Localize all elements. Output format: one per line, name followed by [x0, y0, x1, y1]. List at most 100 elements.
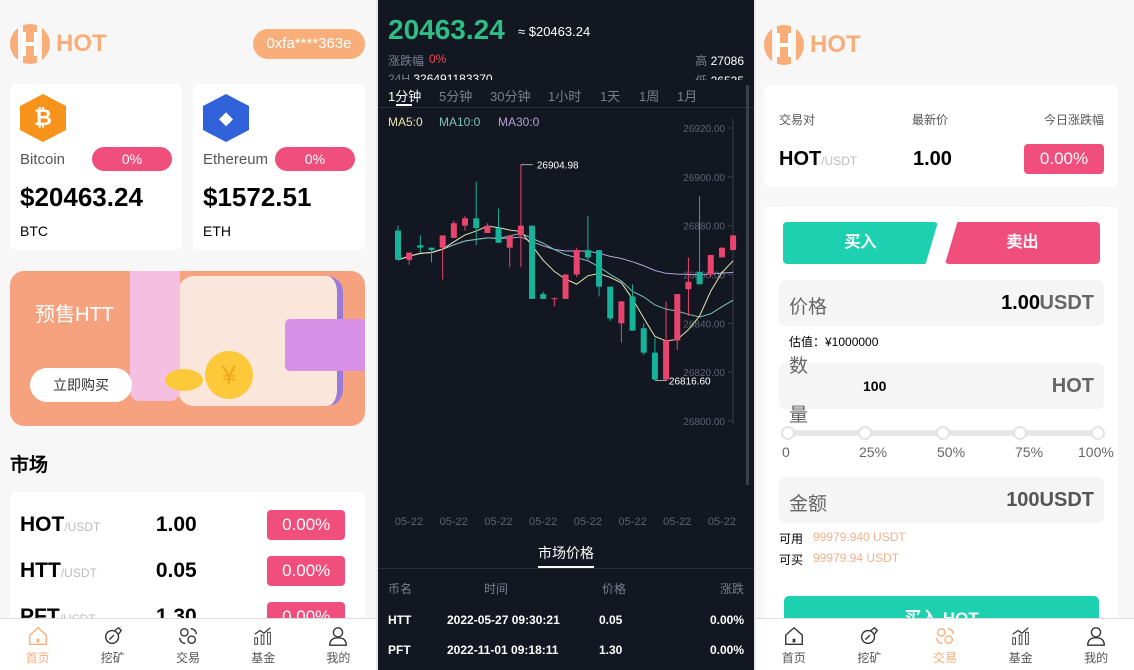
presale-banner[interactable]: ¥ 预售HTT 立即购买 — [10, 271, 365, 426]
candle-body — [473, 218, 480, 229]
candle-body — [674, 294, 681, 341]
tab-1day[interactable]: 1天 — [600, 86, 620, 105]
trade-screen: HOT 交易对 最新价 今日涨跌幅 HOT/USDT 1.00 0.00% 买入… — [756, 0, 1134, 670]
nav-label: 我的 — [1084, 651, 1109, 665]
tab-1week[interactable]: 1周 — [639, 86, 659, 105]
change-label: 今日涨跌幅 — [1043, 113, 1104, 127]
candle-body — [551, 298, 558, 300]
nav-label: 挖矿 — [100, 651, 125, 665]
low-label: 低 — [695, 74, 707, 80]
cell-change: 0.00% — [709, 643, 744, 657]
pair-quote: /USDT — [821, 154, 858, 168]
tab-1hour[interactable]: 1小时 — [548, 86, 581, 105]
sell-tab[interactable]: 卖出 — [945, 222, 1100, 264]
chart-growth-icon — [254, 627, 271, 645]
price-input[interactable]: 价格 1.00 USDT — [779, 280, 1104, 326]
cell-time: 2022-11-01 09:18:11 — [447, 643, 559, 657]
slider-stop[interactable] — [1091, 426, 1105, 440]
slider-stop[interactable] — [1013, 426, 1027, 440]
buy-now-button[interactable]: 立即购买 — [30, 368, 132, 402]
chart-growth-icon — [1011, 627, 1029, 645]
nav-home[interactable]: 首页 — [756, 619, 832, 670]
trade-icon — [179, 627, 197, 645]
cell-name: PFT — [388, 643, 411, 657]
trade-icon — [936, 627, 954, 645]
max-label: 26904.98 — [537, 161, 579, 172]
nav-mining[interactable]: 挖矿 — [832, 619, 908, 670]
coin-card-eth[interactable]: ◆ Ethereum 0% $1572.51 ETH — [193, 84, 365, 250]
slider-stop[interactable] — [936, 426, 950, 440]
candle-body — [417, 245, 424, 248]
slider-label: 25% — [859, 444, 888, 460]
quantity-label: 数 — [789, 356, 809, 377]
market-change: 0.00% — [267, 556, 345, 586]
high-label: 高 — [695, 54, 708, 68]
quantity-input[interactable]: 100 HOT — [779, 363, 1104, 409]
nav-label: 交易 — [176, 651, 201, 665]
quantity-value: 100 — [863, 378, 887, 394]
candle-body — [629, 296, 636, 331]
bottom-nav: 首页 挖矿 交易 基金 我的 — [756, 618, 1134, 670]
cell-time: 2022-05-27 09:30:21 — [447, 613, 560, 627]
tab-1month[interactable]: 1月 — [677, 86, 697, 105]
tab-1min[interactable]: 1分钟 — [388, 86, 421, 105]
candlestick-chart[interactable]: 26920.0026900.0026880.0026860.0026840.00… — [378, 108, 754, 538]
pair-symbol: HOT — [779, 148, 822, 170]
slider-label: 0 — [782, 444, 790, 460]
bitcoin-icon: ₿ — [20, 94, 66, 142]
last-price: 1.00 — [913, 148, 952, 170]
market-row[interactable]: HOT/USDT 1.00 0.00% — [20, 510, 345, 540]
market-row[interactable]: HTT/USDT 0.05 0.00% — [20, 556, 345, 586]
estimate-value: 估值：¥1000000 — [789, 335, 879, 349]
ticker-price: 20463.24 — [388, 14, 505, 45]
tab-market-price[interactable]: 市场价格 — [538, 543, 594, 563]
amount-input[interactable]: 金额 100USDT — [779, 477, 1104, 523]
nav-trade[interactable]: 交易 — [907, 619, 983, 670]
table-row[interactable]: HTT 2022-05-27 09:30:21 0.05 0.00% — [378, 613, 754, 629]
cell-change: 0.00% — [709, 613, 744, 627]
slider-handle[interactable] — [781, 426, 795, 440]
nav-fund[interactable]: 基金 — [226, 619, 301, 670]
candle-body — [607, 286, 614, 319]
candle-body — [439, 235, 446, 248]
nav-home[interactable]: 首页 — [0, 619, 75, 670]
percent-slider[interactable] — [781, 426, 1105, 440]
available-label: 可用 — [779, 532, 804, 546]
candle-body — [562, 274, 569, 299]
nav-mining[interactable]: 挖矿 — [75, 619, 150, 670]
tab-5min[interactable]: 5分钟 — [439, 86, 472, 105]
col-header: 价格 — [602, 582, 627, 596]
quantity-label: 量 — [789, 405, 809, 426]
nav-label: 首页 — [781, 651, 806, 665]
table-row[interactable]: PFT 2022-11-01 09:18:11 1.30 0.00% — [378, 643, 754, 659]
col-header: 币名 — [388, 582, 413, 596]
slider-stop[interactable] — [858, 426, 872, 440]
quantity-unit: HOT — [1051, 375, 1094, 397]
x-tick-label: 05-22 — [484, 516, 512, 528]
nav-trade[interactable]: 交易 — [150, 619, 225, 670]
market-price: 0.05 — [155, 559, 197, 582]
nav-profile[interactable]: 我的 — [1058, 619, 1134, 670]
market-price: 1.00 — [155, 513, 197, 536]
nav-profile[interactable]: 我的 — [301, 619, 376, 670]
candle-body — [540, 294, 547, 299]
nav-fund[interactable]: 基金 — [983, 619, 1059, 670]
candle-body — [395, 230, 401, 260]
coin-name: Ethereum — [203, 151, 269, 168]
mining-icon — [861, 626, 879, 645]
tab-30min[interactable]: 30分钟 — [490, 86, 530, 105]
volume-label: 24H — [388, 72, 411, 80]
coin-card-btc[interactable]: ₿ Bitcoin 0% $20463.24 BTC — [10, 84, 182, 250]
candle-body — [450, 223, 457, 238]
buy-tab[interactable]: 买入 — [783, 222, 938, 264]
candle-body — [584, 250, 591, 258]
x-tick-label: 05-22 — [529, 516, 557, 528]
volume-row: 24H 326491183370 低 26535 — [378, 72, 754, 80]
high-value: 27086 — [710, 54, 744, 68]
candle-body — [640, 328, 647, 353]
nav-label: 基金 — [251, 651, 276, 665]
slider-label: 75% — [1015, 444, 1044, 460]
market-list: HOT/USDT 1.00 0.00% HTT/USDT 0.05 0.00% … — [10, 492, 365, 632]
ticker-approx: ≈ $20463.24 — [518, 24, 591, 39]
wallet-address-button[interactable]: 0xfa****363e — [253, 29, 365, 59]
